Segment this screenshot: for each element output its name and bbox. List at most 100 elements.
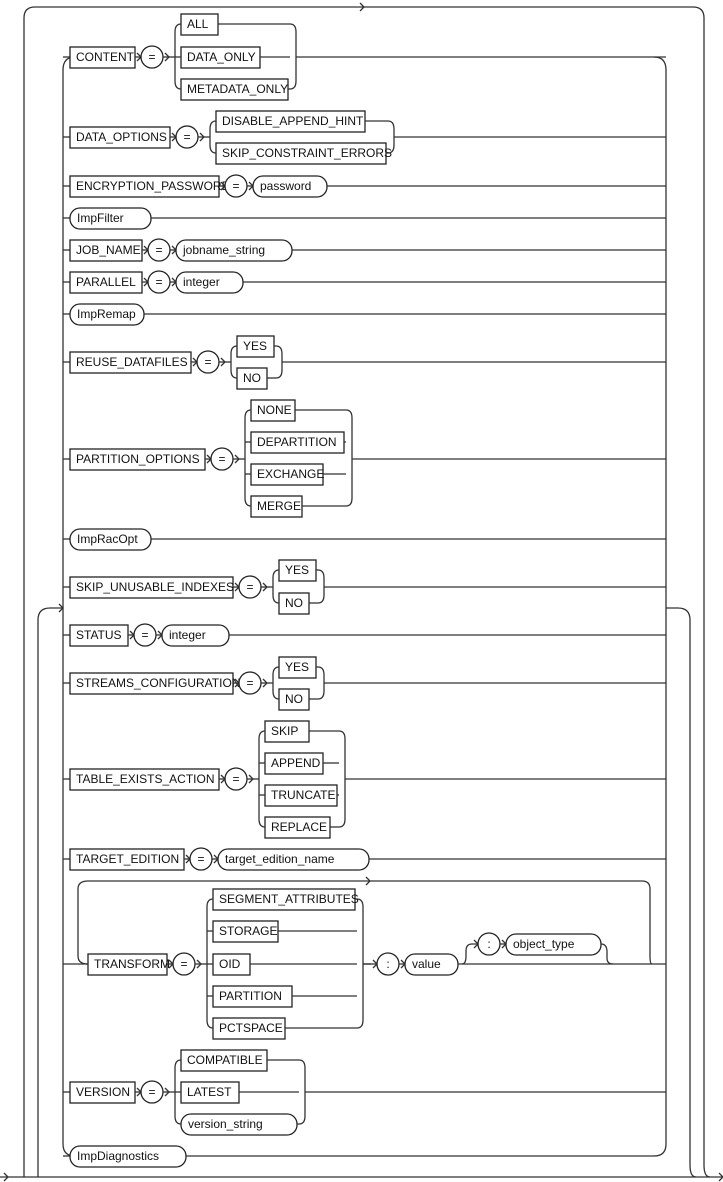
option-skip-constraint-errors: SKIP_CONSTRAINT_ERRORS xyxy=(215,142,392,165)
svg-text:version_string: version_string xyxy=(188,1117,263,1131)
option-storage: STORAGE xyxy=(212,920,279,943)
option-truncate: TRUNCATE xyxy=(264,784,338,807)
equals-symbol: = xyxy=(210,447,234,471)
svg-text:=: = xyxy=(183,130,190,144)
svg-text:=: = xyxy=(180,957,187,971)
svg-text:DEPARTITION: DEPARTITION xyxy=(257,435,337,449)
svg-text:jobname_string: jobname_string xyxy=(182,243,265,257)
svg-text:value: value xyxy=(412,957,441,971)
railroad-diagram: CONTENT = ALL DATA_ONLY METADATA_ONLY DATA_OP… xyxy=(0,2,723,1182)
svg-text:object_type: object_type xyxy=(513,937,575,951)
svg-text:TRUNCATE: TRUNCATE xyxy=(271,788,335,802)
connector-line xyxy=(174,1068,182,1125)
svg-text:JOB_NAME: JOB_NAME xyxy=(76,243,141,257)
connector-line xyxy=(209,120,217,130)
connector-line xyxy=(174,23,182,33)
equals-symbol: = xyxy=(140,1080,164,1104)
option-no: NO xyxy=(278,592,310,615)
svg-text:ImpFilter: ImpFilter xyxy=(77,211,124,225)
option-skip: SKIP xyxy=(264,720,310,743)
option-replace: REPLACE xyxy=(264,816,331,839)
svg-text:SEGMENT_ATTRIBUTES: SEGMENT_ATTRIBUTES xyxy=(219,892,359,906)
option-partition: PARTITION xyxy=(212,985,293,1008)
nonterminal-impfilter: ImpFilter xyxy=(69,207,152,230)
option-compatible: COMPATIBLE xyxy=(180,1049,268,1072)
svg-text:STATUS: STATUS xyxy=(76,628,122,642)
svg-text:ALL: ALL xyxy=(187,17,209,31)
keyword-partition-options: PARTITION_OPTIONS xyxy=(69,448,206,471)
svg-text:=: = xyxy=(148,50,155,64)
option-oid: OID xyxy=(212,953,251,976)
svg-text:=: = xyxy=(218,452,225,466)
keyword-job-name: JOB_NAME xyxy=(69,239,143,262)
connector-line xyxy=(600,943,614,965)
option-pctspace: PCTSPACE xyxy=(212,1017,286,1040)
connector-line xyxy=(209,129,217,154)
rail xyxy=(653,56,667,71)
connector-line xyxy=(289,23,297,90)
nonterminal-impracopt: ImpRacOpt xyxy=(69,528,152,551)
option-no: NO xyxy=(278,688,310,711)
option-none: NONE xyxy=(250,399,296,422)
svg-text:DISABLE_APPEND_HINT: DISABLE_APPEND_HINT xyxy=(222,114,364,128)
svg-text:SKIP_CONSTRAINT_ERRORS: SKIP_CONSTRAINT_ERRORS xyxy=(222,146,392,160)
svg-text:YES: YES xyxy=(285,563,309,577)
connector-line xyxy=(338,730,346,828)
connector-line xyxy=(275,345,283,379)
svg-text:CONTENT: CONTENT xyxy=(76,50,135,64)
repeat-loop-right xyxy=(666,607,697,1178)
colon-symbol: : xyxy=(376,952,400,976)
svg-text:=: = xyxy=(246,676,253,690)
svg-text:YES: YES xyxy=(243,339,267,353)
repeat-loop-left xyxy=(37,607,63,1178)
svg-text:integer: integer xyxy=(183,275,220,289)
svg-text:ENCRYPTION_PASSWORD: ENCRYPTION_PASSWORD xyxy=(76,179,231,193)
keyword-status: STATUS xyxy=(69,624,129,647)
connector-line xyxy=(244,418,252,507)
option-all: ALL xyxy=(180,13,219,36)
svg-text:PCTSPACE: PCTSPACE xyxy=(219,1021,283,1035)
svg-text:NO: NO xyxy=(243,371,261,385)
equals-symbol: = xyxy=(196,350,220,374)
option-metadata-only: METADATA_ONLY xyxy=(180,78,289,101)
keyword-reuse-datafiles: REUSE_DATAFILES xyxy=(69,351,192,374)
connector-line xyxy=(230,354,238,379)
connector-line xyxy=(206,907,214,1029)
keyword-streams-configuration: STREAMS_CONFIGURATION xyxy=(69,672,240,695)
option-append: APPEND xyxy=(264,752,324,775)
svg-text:PARALLEL: PARALLEL xyxy=(76,275,136,289)
connector-line xyxy=(272,569,280,579)
param-jobname-string: jobname_string xyxy=(175,239,293,262)
keyword-version: VERSION xyxy=(69,1081,136,1104)
param-target-edition-name: target_edition_name xyxy=(217,848,370,871)
connector-line xyxy=(230,345,238,355)
keyword-data-options: DATA_OPTIONS xyxy=(69,126,171,149)
equals-symbol: = xyxy=(224,767,248,791)
option-yes: YES xyxy=(236,335,275,358)
connector-line xyxy=(206,898,214,908)
keyword-table-exists-action: TABLE_EXISTS_ACTION xyxy=(69,768,220,791)
connector-line xyxy=(317,569,325,604)
svg-text:TARGET_EDITION: TARGET_EDITION xyxy=(76,852,179,866)
svg-text:STREAMS_CONFIGURATION: STREAMS_CONFIGURATION xyxy=(76,676,240,690)
svg-text:ImpRacOpt: ImpRacOpt xyxy=(77,532,138,546)
svg-text:target_edition_name: target_edition_name xyxy=(225,852,335,866)
svg-text:=: = xyxy=(148,1085,155,1099)
svg-text:OID: OID xyxy=(219,957,241,971)
equals-symbol: = xyxy=(175,125,199,149)
equals-symbol: = xyxy=(238,671,262,695)
equals-symbol: = xyxy=(147,270,171,294)
option-version-string: version_string xyxy=(180,1113,298,1136)
svg-text:APPEND: APPEND xyxy=(271,756,321,770)
svg-text:REPLACE: REPLACE xyxy=(271,820,327,834)
svg-text:LATEST: LATEST xyxy=(187,1085,232,1099)
param-value: value xyxy=(404,953,459,976)
svg-text::: : xyxy=(386,957,389,971)
option-exchange: EXCHANGE xyxy=(250,463,324,486)
left-rail xyxy=(62,70,76,1157)
svg-text:MERGE: MERGE xyxy=(257,499,301,513)
svg-text:=: = xyxy=(246,580,253,594)
option-segment-attributes: SEGMENT_ATTRIBUTES xyxy=(212,888,359,911)
keyword-target-edition: TARGET_EDITION xyxy=(69,848,185,871)
equals-symbol: = xyxy=(147,238,171,262)
